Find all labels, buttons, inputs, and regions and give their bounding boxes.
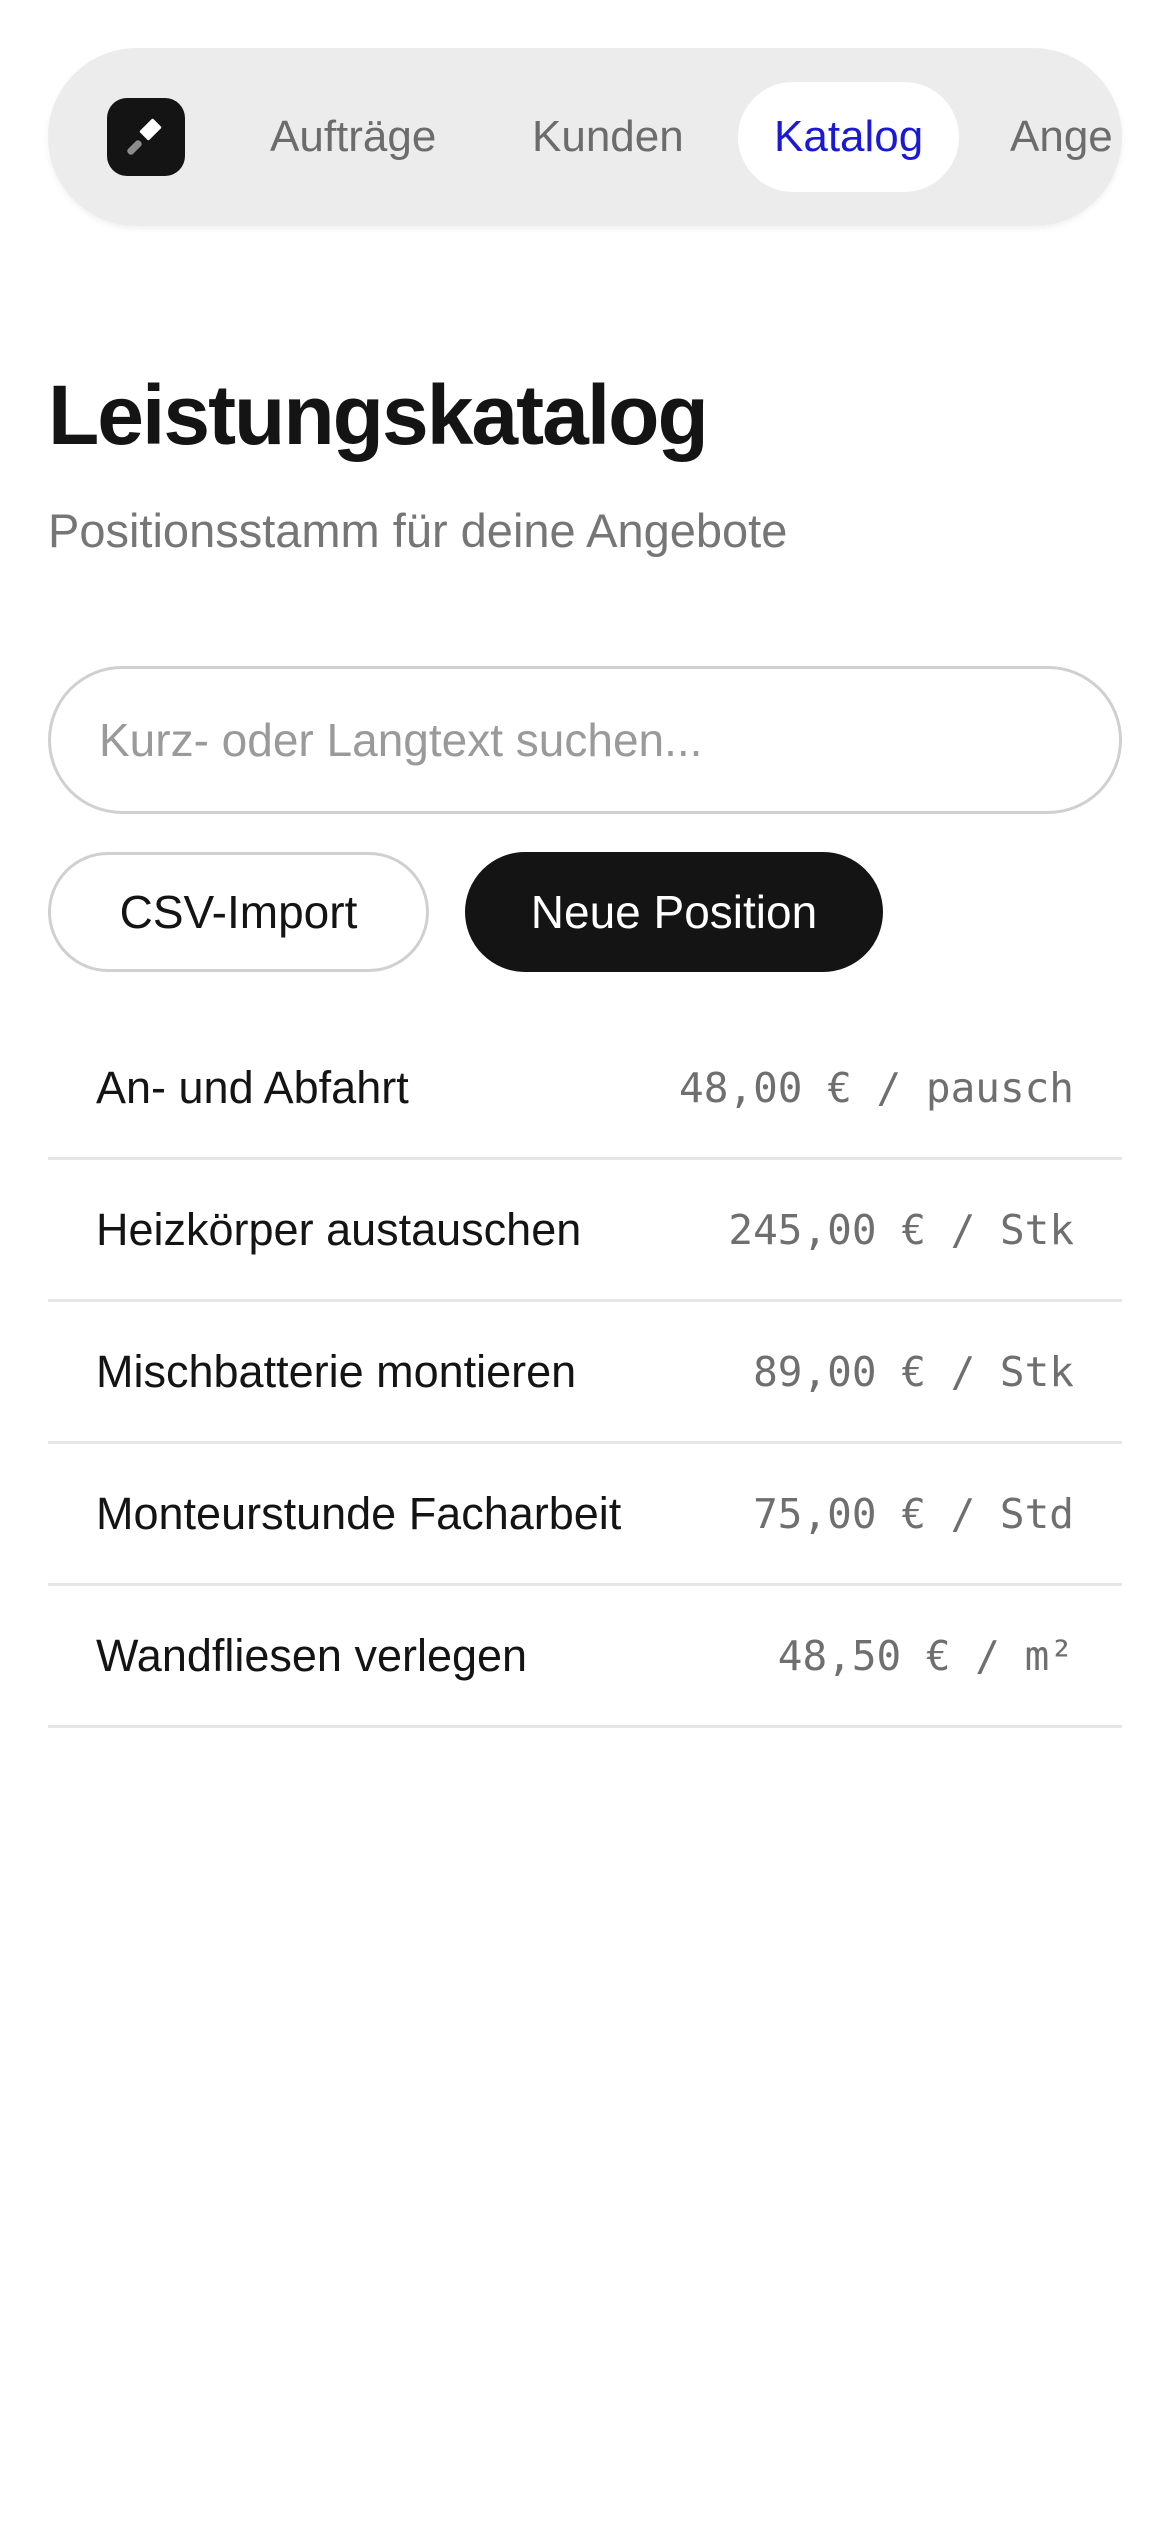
new-position-button[interactable]: Neue Position xyxy=(465,852,883,972)
tab-kunden[interactable]: Kunden xyxy=(532,82,684,192)
app-logo[interactable] xyxy=(107,98,185,176)
catalog-row[interactable]: Heizkörper austauschen 245,00 € / Stk xyxy=(48,1160,1122,1302)
catalog-item-price: 48,00 € / pausch xyxy=(679,1063,1074,1112)
csv-import-button[interactable]: CSV-Import xyxy=(48,852,429,972)
catalog-item-price: 89,00 € / Stk xyxy=(753,1347,1074,1396)
catalog-row[interactable]: An- und Abfahrt 48,00 € / pausch xyxy=(48,1018,1122,1160)
catalog-list: An- und Abfahrt 48,00 € / pausch Heizkör… xyxy=(48,1018,1122,1728)
top-nav: Aufträge Kunden Katalog Ange xyxy=(48,48,1122,226)
catalog-item-price: 48,50 € / m² xyxy=(777,1631,1074,1680)
catalog-row[interactable]: Mischbatterie montieren 89,00 € / Stk xyxy=(48,1302,1122,1444)
catalog-item-name: An- und Abfahrt xyxy=(96,1061,409,1113)
page-subtitle: Positionsstamm für deine Angebote xyxy=(48,504,788,557)
hammer-icon xyxy=(127,118,162,155)
catalog-item-name: Monteurstunde Facharbeit xyxy=(96,1487,622,1539)
search-input[interactable] xyxy=(48,666,1122,814)
tab-auftraege[interactable]: Aufträge xyxy=(270,82,436,192)
page-title: Leistungskatalog xyxy=(48,368,709,462)
catalog-item-name: Mischbatterie montieren xyxy=(96,1345,577,1397)
catalog-item-price: 245,00 € / Stk xyxy=(728,1205,1074,1254)
tab-angebote[interactable]: Ange xyxy=(1010,82,1113,192)
catalog-row[interactable]: Wandfliesen verlegen 48,50 € / m² xyxy=(48,1586,1122,1728)
tab-katalog[interactable]: Katalog xyxy=(738,82,960,192)
catalog-item-name: Wandfliesen verlegen xyxy=(96,1629,528,1681)
catalog-row[interactable]: Monteurstunde Facharbeit 75,00 € / Std xyxy=(48,1444,1122,1586)
catalog-item-name: Heizkörper austauschen xyxy=(96,1203,582,1255)
catalog-item-price: 75,00 € / Std xyxy=(753,1489,1074,1538)
